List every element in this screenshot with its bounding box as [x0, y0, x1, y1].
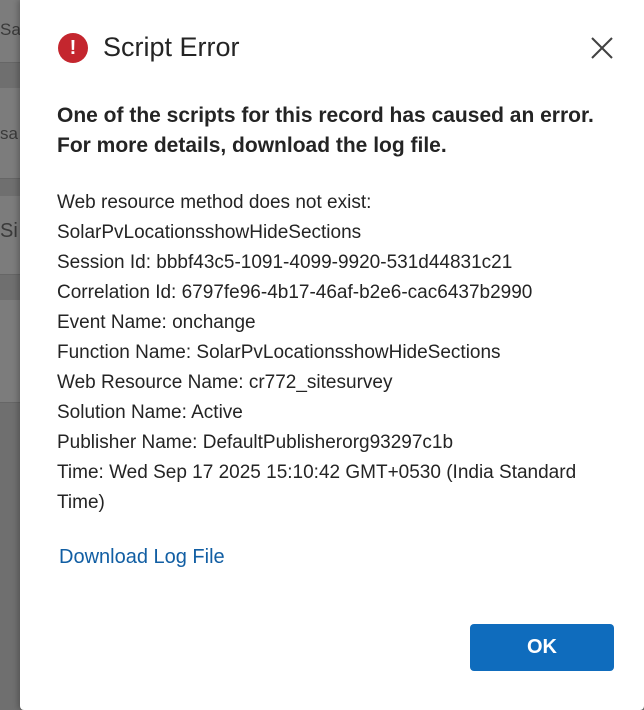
function-name: Function Name: SolarPvLocationsshowHideS… — [57, 342, 501, 363]
solution-name: Solution Name: Active — [57, 402, 243, 423]
download-log-file-link[interactable]: Download Log File — [59, 546, 225, 569]
detail-line: SolarPvLocationsshowHideSections — [57, 222, 362, 243]
dialog-header: ! Script Error — [58, 32, 240, 63]
error-details: Web resource method does not exist: Sola… — [57, 188, 627, 518]
close-button[interactable] — [588, 34, 616, 62]
web-resource-name: Web Resource Name: cr772_sitesurvey — [57, 372, 393, 393]
error-time: Time: Wed Sep 17 2025 15:10:42 GMT+0530 … — [57, 462, 577, 513]
event-name: Event Name: onchange — [57, 312, 256, 333]
dialog-title: Script Error — [103, 32, 240, 62]
background-text: Si — [0, 220, 18, 242]
detail-line: Web resource method does not exist: — [57, 192, 372, 213]
close-icon — [591, 37, 613, 59]
error-headline: One of the scripts for this record has c… — [57, 104, 594, 157]
session-id: Session Id: bbbf43c5-1091-4099-9920-531d… — [57, 252, 513, 273]
error-icon: ! — [58, 32, 88, 63]
background-text: sa — [0, 124, 18, 143]
script-error-dialog: ! Script Error One of the scripts for th… — [20, 0, 644, 710]
background-text: Sa — [0, 20, 21, 39]
ok-button[interactable]: OK — [470, 624, 614, 671]
publisher-name: Publisher Name: DefaultPublisherorg93297… — [57, 432, 454, 453]
correlation-id: Correlation Id: 6797fe96-4b17-46af-b2e6-… — [57, 282, 533, 303]
